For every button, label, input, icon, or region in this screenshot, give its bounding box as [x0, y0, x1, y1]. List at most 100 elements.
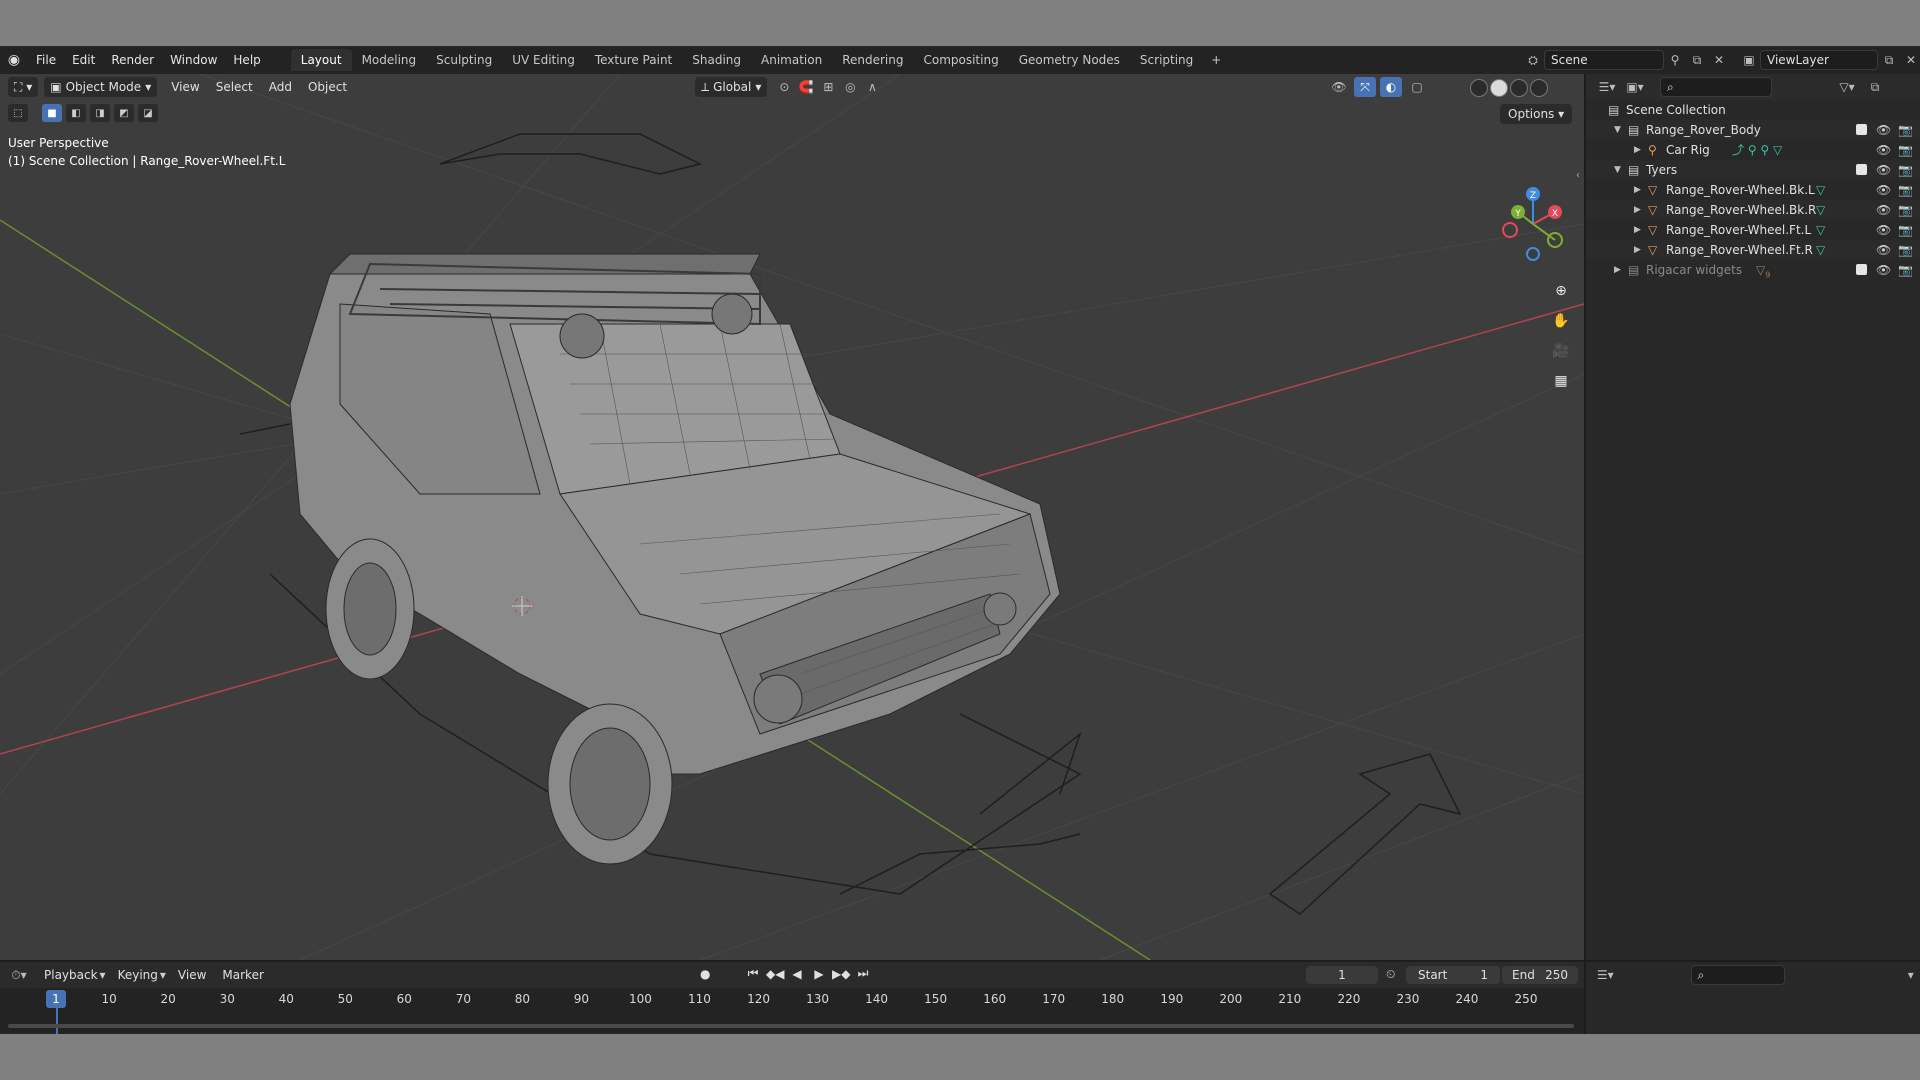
filter-icon[interactable]: ▽▾ — [1836, 77, 1858, 97]
tab-sculpting[interactable]: Sculpting — [426, 49, 502, 71]
tab-rendering[interactable]: Rendering — [832, 49, 913, 71]
wireframe-shading-icon[interactable] — [1470, 79, 1488, 97]
visibility-icon[interactable]: 👁 — [1328, 77, 1350, 97]
view-layer-icon[interactable]: ▣ — [1738, 50, 1760, 70]
next-keyframe-icon[interactable]: ▶◆ — [832, 967, 850, 981]
viewport-menu-add[interactable]: Add — [261, 80, 300, 94]
select-subtract-icon[interactable]: ◨ — [90, 104, 110, 122]
tab-layout[interactable]: Layout — [290, 49, 352, 71]
render-camera-icon[interactable]: 📷 — [1898, 220, 1913, 240]
snap-target-icon[interactable]: ⊞ — [817, 77, 839, 97]
viewport-menu-view[interactable]: View — [163, 80, 207, 94]
tab-modeling[interactable]: Modeling — [352, 49, 427, 71]
falloff-icon[interactable]: ∧ — [861, 77, 883, 97]
pivot-icon[interactable]: ⊙ — [773, 77, 795, 97]
tab-texture-paint[interactable]: Texture Paint — [585, 49, 682, 71]
sidebar-toggle-icon[interactable]: ‹ — [1576, 170, 1580, 181]
menu-window[interactable]: Window — [162, 49, 225, 71]
tab-animation[interactable]: Animation — [751, 49, 832, 71]
visibility-eye-icon[interactable]: 👁 — [1876, 120, 1891, 140]
mesh-data-icon[interactable]: ▽ — [1816, 180, 1825, 200]
visibility-eye-icon[interactable]: 👁 — [1876, 240, 1891, 260]
search-input[interactable]: ⌕ — [1690, 965, 1786, 985]
display-mode-icon[interactable]: ▣▾ — [1624, 77, 1646, 97]
render-camera-icon[interactable]: 📷 — [1898, 240, 1913, 260]
collapse-arrow-icon[interactable]: ▼ — [1614, 160, 1621, 180]
visibility-eye-icon[interactable]: 👁 — [1876, 260, 1891, 280]
exclude-checkbox[interactable] — [1856, 164, 1867, 175]
visibility-eye-icon[interactable]: 👁 — [1876, 180, 1891, 200]
outliner-editor-type-icon[interactable]: ☰▾ — [1596, 77, 1618, 97]
new-scene-icon[interactable]: ⧉ — [1686, 50, 1708, 70]
timeline-menu-marker[interactable]: Marker — [214, 968, 271, 982]
close-icon[interactable]: ✕ — [1708, 50, 1730, 70]
timeline-scrollbar[interactable] — [8, 1024, 1574, 1028]
outliner-row[interactable]: ▶ ▽ Range_Rover-Wheel.Ft.R ▽ 👁 📷 — [1586, 240, 1920, 260]
jump-end-icon[interactable]: ⏭ — [854, 966, 872, 981]
jump-start-icon[interactable]: ⏮ — [744, 966, 762, 981]
visibility-eye-icon[interactable]: 👁 — [1876, 200, 1891, 220]
tab-uv-editing[interactable]: UV Editing — [502, 49, 585, 71]
outliner-search-input[interactable]: ⌕ — [1660, 77, 1772, 97]
viewport-menu-select[interactable]: Select — [208, 80, 261, 94]
tab-shading[interactable]: Shading — [682, 49, 751, 71]
timeline-menu-view[interactable]: View — [170, 968, 214, 982]
end-frame-field[interactable]: End 250 — [1502, 966, 1578, 984]
menu-help[interactable]: Help — [225, 49, 268, 71]
remove-view-layer-icon[interactable]: ✕ — [1900, 50, 1920, 70]
solid-shading-icon[interactable] — [1490, 79, 1508, 97]
expand-arrow-icon[interactable]: ▶ — [1634, 140, 1641, 160]
menu-render[interactable]: Render — [103, 49, 162, 71]
timeline-editor-type-icon[interactable]: ⏱▾ — [8, 965, 30, 985]
render-camera-icon[interactable]: 📷 — [1898, 180, 1913, 200]
play-reverse-icon[interactable]: ◀ — [788, 967, 806, 981]
rendered-shading-icon[interactable] — [1530, 79, 1548, 97]
select-invert-icon[interactable]: ◩ — [114, 104, 134, 122]
playhead-frame[interactable]: 1 — [46, 990, 66, 1008]
mesh-data-icon[interactable]: ▽ — [1816, 240, 1825, 260]
gizmo-toggle-icon[interactable]: ⤧ — [1354, 77, 1376, 97]
camera-icon[interactable]: 🎥 — [1548, 338, 1574, 364]
visibility-eye-icon[interactable]: 👁 — [1876, 160, 1891, 180]
timeline-menu-playback[interactable]: Playback — [36, 968, 106, 982]
select-tool-icon[interactable]: ⬚ — [8, 104, 28, 122]
add-workspace-icon[interactable]: + — [1203, 53, 1229, 67]
new-view-layer-icon[interactable]: ⧉ — [1878, 50, 1900, 70]
record-icon[interactable]: ● — [700, 967, 710, 981]
perspective-grid-icon[interactable]: ▦ — [1548, 368, 1574, 394]
mesh-data-icon[interactable]: ▽ — [1816, 200, 1825, 220]
expand-arrow-icon[interactable]: ▶ — [1634, 220, 1641, 240]
outliner-row[interactable]: ▶ ⚲ Car Rig ⤴ ⚲ ⚲ ▽ 👁 📷 — [1586, 140, 1920, 160]
rig-modifiers-icon[interactable]: ⤴ ⚲ ⚲ ▽ — [1732, 140, 1782, 160]
visibility-eye-icon[interactable]: 👁 — [1876, 220, 1891, 240]
current-frame-field[interactable]: 1 — [1306, 966, 1378, 984]
outliner-row[interactable]: ▶ ▽ Range_Rover-Wheel.Bk.R ▽ 👁 📷 — [1586, 200, 1920, 220]
outliner-row[interactable]: ▼ ▤ Tyers 👁 📷 — [1586, 160, 1920, 180]
timer-icon[interactable]: ⏲ — [1386, 967, 1395, 982]
select-extend-icon[interactable]: ◧ — [66, 104, 86, 122]
overlay-toggle-icon[interactable]: ◐ — [1380, 77, 1402, 97]
chevron-down-icon[interactable]: ▾ — [1901, 965, 1920, 985]
select-new-icon[interactable]: ■ — [42, 104, 62, 122]
snap-icon[interactable]: 🧲 — [795, 77, 817, 97]
expand-arrow-icon[interactable]: ▶ — [1634, 180, 1641, 200]
prev-keyframe-icon[interactable]: ◆◀ — [766, 967, 784, 981]
scene-field[interactable]: Scene — [1544, 50, 1664, 70]
tab-scripting[interactable]: Scripting — [1130, 49, 1203, 71]
exclude-checkbox[interactable] — [1856, 264, 1867, 275]
widget-mesh-icon[interactable]: ▽9 — [1756, 260, 1770, 285]
new-collection-icon[interactable]: ⧉ — [1864, 77, 1886, 97]
outliner-row[interactable]: ▼ ▤ Range_Rover_Body 👁 📷 — [1586, 120, 1920, 140]
outliner-row[interactable]: ▶ ▤ Rigacar widgets ▽9 👁 📷 — [1586, 260, 1920, 280]
xray-icon[interactable]: ▢ — [1406, 77, 1428, 97]
select-intersect-icon[interactable]: ◪ — [138, 104, 158, 122]
editor-type-dropdown[interactable]: ⛶ ▾ — [8, 77, 39, 97]
navigation-gizmo[interactable]: Z X Y — [1500, 184, 1570, 264]
outliner-row[interactable]: ▶ ▽ Range_Rover-Wheel.Ft.L ▽ 👁 📷 — [1586, 220, 1920, 240]
collapse-arrow-icon[interactable]: ▼ — [1614, 120, 1621, 140]
render-camera-icon[interactable]: 📷 — [1898, 160, 1913, 180]
pan-hand-icon[interactable]: ✋ — [1548, 308, 1574, 334]
view-layer-field[interactable]: ViewLayer — [1760, 50, 1878, 70]
options-dropdown[interactable]: Options ▾ — [1500, 104, 1573, 124]
material-shading-icon[interactable] — [1510, 79, 1528, 97]
